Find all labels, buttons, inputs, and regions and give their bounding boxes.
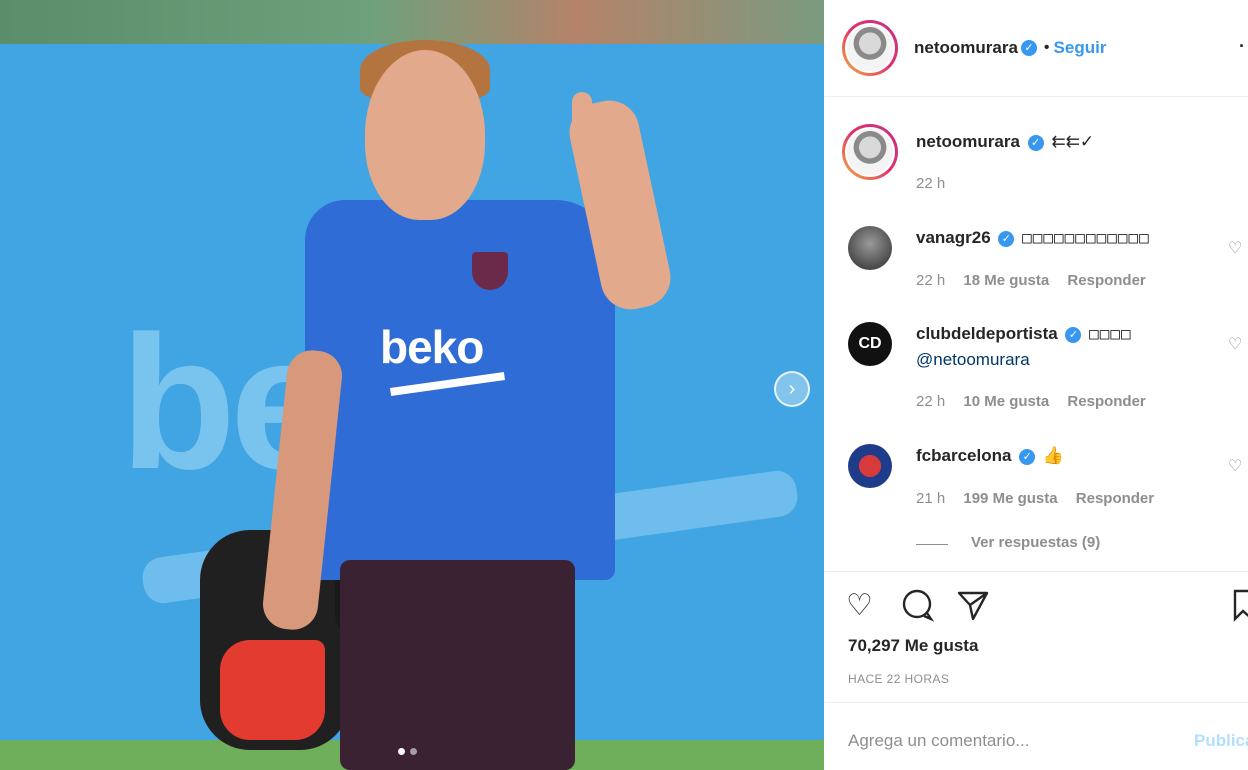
verified-badge-icon: ✓ [1020,40,1037,56]
avatar[interactable]: CD [848,322,892,366]
list-item: clubdeldeportista ✓ □□□□ [916,322,1132,346]
reply-button[interactable]: Responder [1076,490,1154,507]
comment-meta: 21 h 199 Me gusta Responder [916,490,1168,507]
heart-icon[interactable]: ♡ [1228,456,1242,476]
caption-meta: 22 h [916,175,959,192]
list-item: fcbarcelona ✓ 👍 [916,444,1064,468]
share-icon[interactable] [956,588,990,630]
comment-text: 👍 [1042,446,1065,465]
comment-time[interactable]: 21 h [916,490,945,507]
avatar[interactable] [848,226,892,270]
likes-count[interactable]: 70,297 Me gusta [848,636,978,656]
comments-list: netoomurara ✓ ⇇⇇✓ 22 h vanagr26 ✓ □□□□□□… [824,98,1248,570]
verified-badge-icon: ✓ [1027,134,1044,151]
comment-likes[interactable]: 199 Me gusta [963,490,1057,507]
reply-button[interactable]: Responder [1067,393,1145,410]
carousel-dot [410,748,417,755]
avatar[interactable] [848,444,892,488]
post-side-panel: netoomurara ✓ • Seguir · netoomurara ✓ ⇇… [824,0,1248,770]
comment-text: □□□□ [1089,324,1132,343]
more-options-icon[interactable]: · [1239,36,1245,57]
comment-meta: 22 h 10 Me gusta Responder [916,393,1160,410]
comment-likes[interactable]: 10 Me gusta [963,393,1049,410]
comment-time[interactable]: 22 h [916,272,945,289]
bookmark-icon[interactable] [1232,588,1248,630]
player-shorts [340,560,575,770]
goalkeeper-glove [220,640,325,740]
post-header: netoomurara ✓ • Seguir · [824,0,1248,97]
player-figure: beko [200,30,700,770]
club-crest [472,252,508,290]
comment-text: □□□□□□□□□□□□ [1022,228,1150,247]
comment-time[interactable]: 22 h [916,393,945,410]
view-replies-button[interactable]: Ver respuestas (9) [971,534,1100,551]
carousel-dot-active [398,748,405,755]
comment-username[interactable]: fcbarcelona [916,446,1011,465]
thumbs-up [572,92,592,142]
post-actions: ♡ 70,297 Me gusta HACE 22 HORAS [824,571,1248,701]
header-username[interactable]: netoomurara [914,38,1018,58]
chevron-right-icon[interactable]: › [774,371,810,407]
replies-divider [916,544,948,545]
comment-likes[interactable]: 18 Me gusta [963,272,1049,289]
post-photo[interactable]: beko beko › [0,0,824,770]
post-timestamp[interactable]: HACE 22 HORAS [848,672,949,686]
comment-username[interactable]: clubdeldeportista [916,324,1058,343]
comment-username[interactable]: vanagr26 [916,228,991,247]
post-comment-button[interactable]: Publicar [1194,731,1248,751]
avatar[interactable] [842,20,898,76]
list-item: vanagr26 ✓ □□□□□□□□□□□□ [916,226,1150,250]
caption-time[interactable]: 22 h [916,175,945,192]
separator: • [1043,39,1050,56]
verified-badge-icon: ✓ [998,230,1015,247]
heart-icon[interactable]: ♡ [846,588,873,623]
shirt-sponsor: beko [380,321,484,373]
caption-username[interactable]: netoomurara [916,132,1020,151]
caption-text: ⇇⇇✓ [1051,132,1095,151]
verified-badge-icon: ✓ [1019,448,1036,465]
carousel-dots [398,748,417,755]
heart-icon[interactable]: ♡ [1228,238,1242,258]
comment-icon[interactable] [900,588,935,630]
add-comment-bar: Agrega un comentario... Publicar [824,702,1248,770]
comment-meta: 22 h 18 Me gusta Responder [916,272,1160,289]
follow-button[interactable]: Seguir [1054,38,1107,58]
player-shirt [305,200,615,580]
comment-mention-line: @netoomurara [916,348,1030,372]
caption: netoomurara ✓ ⇇⇇✓ [916,130,1094,154]
reply-button[interactable]: Responder [1067,272,1145,289]
comment-input[interactable]: Agrega un comentario... [848,731,1029,751]
heart-icon[interactable]: ♡ [1228,334,1242,354]
verified-badge-icon: ✓ [1065,326,1082,343]
comment-mention[interactable]: @netoomurara [916,350,1030,369]
player-head [365,50,485,220]
avatar[interactable] [842,124,898,180]
